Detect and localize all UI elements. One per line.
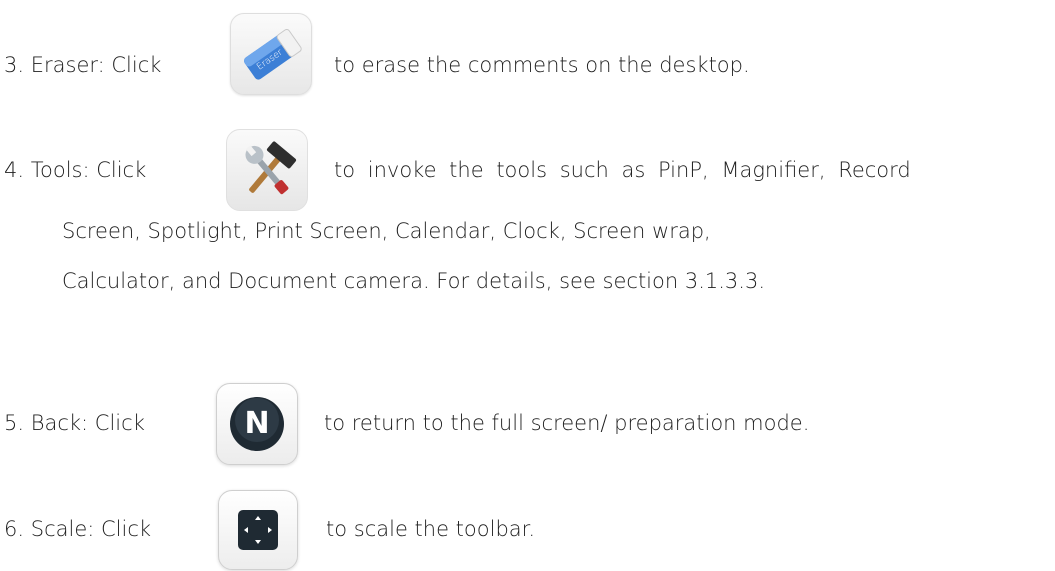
item-5-text: to return to the full screen/ preparatio… — [324, 411, 810, 435]
item-4-text: to invoke the tools such as PinP, Magnif… — [334, 158, 911, 182]
item-6-text: to scale the toolbar. — [326, 517, 536, 541]
item-3-lead: 3. Eraser: Click — [4, 53, 161, 77]
tools-icon[interactable] — [226, 129, 308, 211]
item-3-text: to erase the comments on the desktop. — [334, 53, 750, 77]
back-icon-letter: N — [244, 406, 269, 441]
item-5-label: Back: Click — [30, 411, 145, 435]
item-6-number: 6. — [4, 517, 25, 541]
item-4-lead: 4. Tools: Click — [4, 158, 146, 182]
scale-icon[interactable] — [218, 490, 298, 570]
item-6-lead: 6. Scale: Click — [4, 517, 151, 541]
item-5-lead: 5. Back: Click — [4, 411, 145, 435]
item-4-number: 4. — [4, 158, 25, 182]
back-icon[interactable]: N — [216, 383, 298, 465]
item-5-number: 5. — [4, 411, 25, 435]
item-4-continuation-1: Screen, Spotlight, Print Screen, Calenda… — [62, 219, 711, 243]
item-4-label: Tools: Click — [30, 158, 147, 182]
eraser-icon[interactable]: Eraser — [230, 13, 312, 95]
item-6-label: Scale: Click — [30, 517, 152, 541]
item-3-label: Eraser: Click — [30, 53, 162, 77]
item-4-continuation-2: Calculator, and Document camera. For det… — [62, 269, 765, 293]
item-3-number: 3. — [4, 53, 25, 77]
